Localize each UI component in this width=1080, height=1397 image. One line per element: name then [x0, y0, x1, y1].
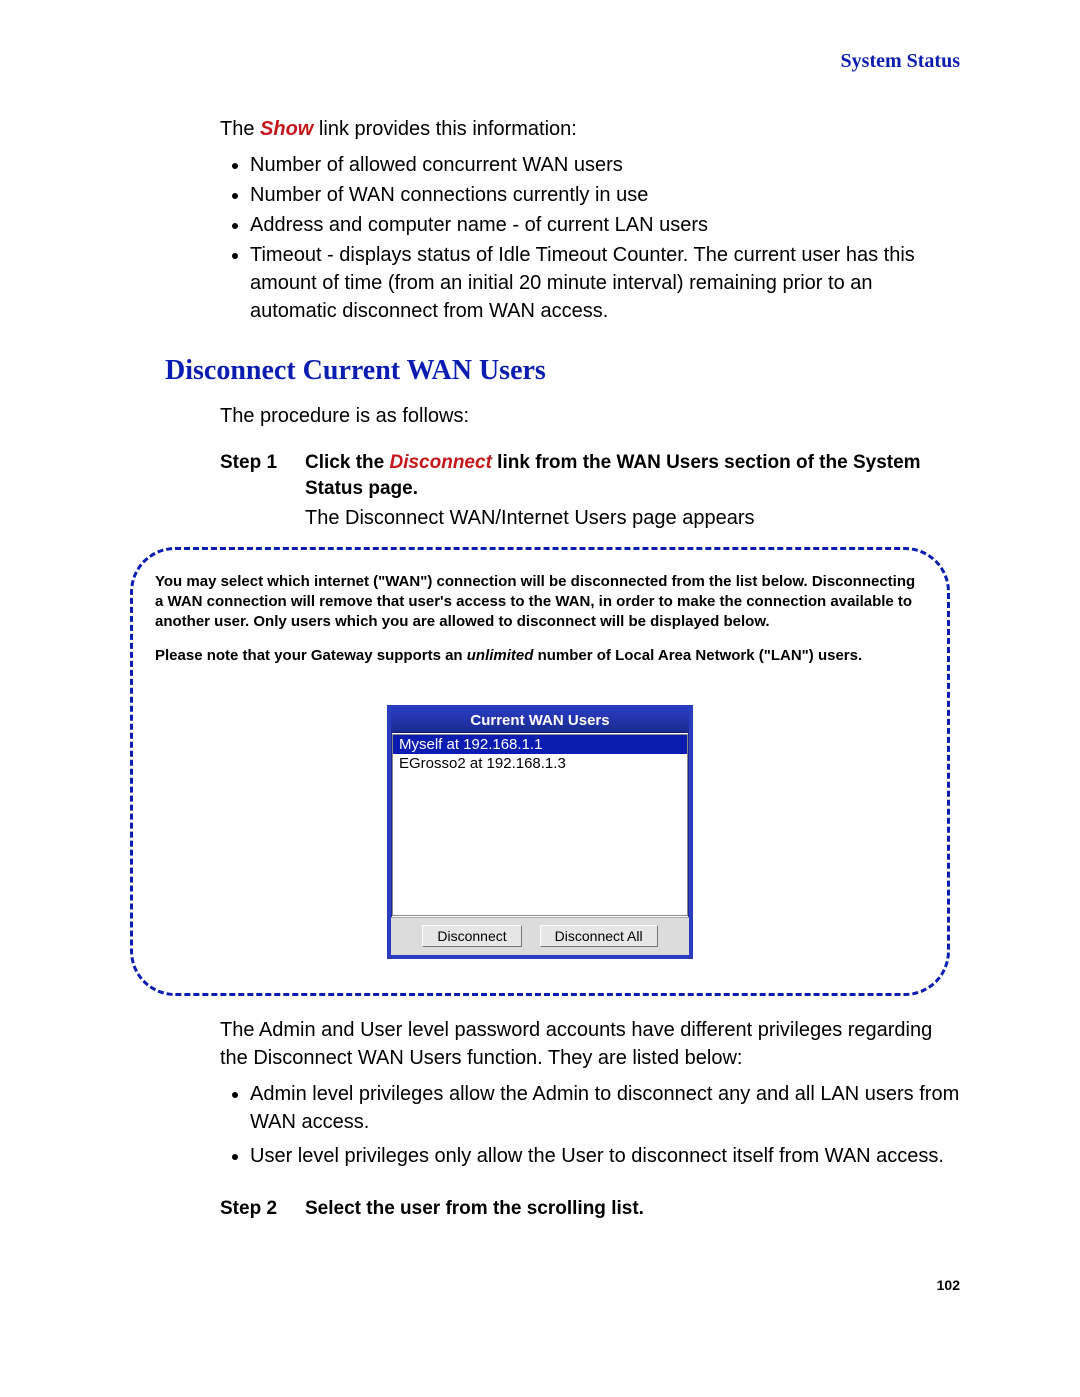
show-bullet-list: Number of allowed concurrent WAN users N… — [220, 151, 960, 325]
list-item: Admin level privileges allow the Admin t… — [250, 1080, 960, 1136]
gateway-user-list[interactable]: Myself at 192.168.1.1 EGrosso2 at 192.16… — [392, 734, 688, 916]
callout-paragraph-1: You may select which internet ("WAN") co… — [155, 572, 925, 631]
list-item: Number of WAN connections currently in u… — [250, 181, 960, 209]
gateway-list-item[interactable]: Myself at 192.168.1.1 — [393, 735, 687, 754]
list-item: Address and computer name - of current L… — [250, 211, 960, 239]
privileges-intro: The Admin and User level password accoun… — [220, 1016, 960, 1072]
disconnect-all-button[interactable]: Disconnect All — [540, 925, 658, 947]
show-intro-suffix: link provides this information: — [313, 118, 576, 140]
step-1-label: Step 1 — [220, 450, 305, 501]
show-intro-prefix: The — [220, 118, 260, 140]
list-item: Timeout - displays status of Idle Timeou… — [250, 241, 960, 325]
show-link-word: Show — [260, 118, 313, 140]
procedure-intro: The procedure is as follows: — [220, 405, 960, 428]
callout-note-em: unlimited — [467, 647, 534, 664]
callout-box: You may select which internet ("WAN") co… — [130, 547, 950, 996]
step-1-prefix: Click the — [305, 452, 389, 473]
current-wan-users-widget: Current WAN Users Myself at 192.168.1.1 … — [387, 705, 693, 959]
step-2-block: Step 2 Select the user from the scrollin… — [220, 1196, 960, 1222]
disconnect-link-word: Disconnect — [389, 452, 491, 473]
list-item: User level privileges only allow the Use… — [250, 1142, 960, 1170]
step-1-block: Step 1 Click the Disconnect link from th… — [220, 450, 960, 532]
header-section-title: System Status — [120, 50, 960, 73]
gateway-title: Current WAN Users — [391, 709, 689, 733]
callout-note-suffix: number of Local Area Network ("LAN") use… — [533, 647, 862, 664]
show-intro: The Show link provides this information: — [220, 118, 960, 141]
callout-note: Please note that your Gateway supports a… — [155, 646, 925, 666]
callout-note-prefix: Please note that your Gateway supports a… — [155, 647, 467, 664]
disconnect-button[interactable]: Disconnect — [422, 925, 521, 947]
gateway-button-row: Disconnect Disconnect All — [391, 917, 689, 955]
step-1-result: The Disconnect WAN/Internet Users page a… — [305, 505, 960, 532]
page-number: 102 — [120, 1277, 960, 1293]
privileges-list: Admin level privileges allow the Admin t… — [220, 1080, 960, 1170]
step-1-instruction: Click the Disconnect link from the WAN U… — [305, 450, 960, 501]
step-2-instruction: Select the user from the scrolling list. — [305, 1196, 960, 1222]
section-heading-disconnect: Disconnect Current WAN Users — [165, 355, 960, 387]
step-2-label: Step 2 — [220, 1196, 305, 1222]
list-item: Number of allowed concurrent WAN users — [250, 151, 960, 179]
gateway-list-item[interactable]: EGrosso2 at 192.168.1.3 — [393, 754, 687, 773]
